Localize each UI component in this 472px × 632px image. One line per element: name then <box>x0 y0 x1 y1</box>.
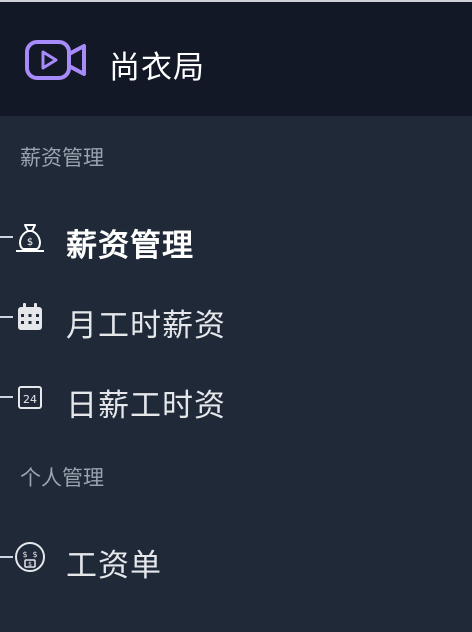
nav-item-daily-hour-salary[interactable]: 24 日薪工时资 <box>0 373 472 424</box>
nav-connector <box>0 236 13 238</box>
nav-item-salary-management[interactable]: $ 薪资管理 <box>0 213 472 264</box>
app-title[interactable]: 尚衣局 <box>109 42 205 87</box>
nav-connector <box>0 556 13 558</box>
nav-label: 月工时薪资 <box>66 308 226 344</box>
group-title-personal: 个人管理 <box>20 466 104 490</box>
dollar-coin-icon: $ $ $ <box>15 542 45 572</box>
nav-label: 工资单 <box>66 548 162 584</box>
nav-item-monthly-hour-salary[interactable]: 月工时薪资 <box>0 293 472 344</box>
svg-text:$: $ <box>32 550 37 559</box>
nav-connector <box>0 316 13 318</box>
svg-text:$: $ <box>22 550 27 559</box>
svg-text:$: $ <box>28 561 32 568</box>
nav-label: 日薪工时资 <box>66 388 226 424</box>
video-play-icon <box>25 40 86 80</box>
svg-text:24: 24 <box>23 393 37 406</box>
nav-connector <box>0 396 13 398</box>
nav-label: 薪资管理 <box>66 228 194 264</box>
group-title-salary: 薪资管理 <box>20 146 104 170</box>
money-bag-icon: $ <box>16 224 44 252</box>
calendar-24-icon: 24 <box>18 386 42 409</box>
nav-item-payslip[interactable]: $ $ $ 工资单 <box>0 533 472 584</box>
calendar-icon <box>18 303 42 330</box>
sidebar-header: 尚衣局 <box>0 2 472 116</box>
svg-text:$: $ <box>27 237 33 248</box>
